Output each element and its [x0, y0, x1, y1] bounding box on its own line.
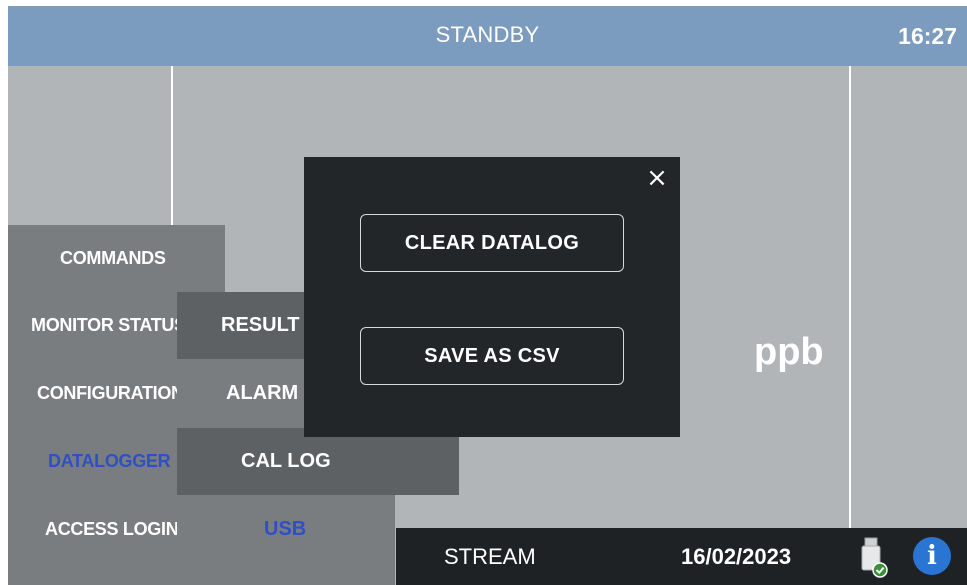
divider-left — [171, 66, 173, 226]
app-screen: STANDBY 16:27 ppb STREAM 16/02/2023 i CO… — [8, 6, 967, 585]
submenu-item-usb[interactable]: USB — [177, 496, 482, 563]
menu-item-commands[interactable]: COMMANDS — [8, 225, 277, 291]
clear-datalog-button[interactable]: CLEAR DATALOG — [360, 214, 624, 272]
status-title: STANDBY — [435, 22, 540, 47]
usb-drive-icon[interactable] — [859, 537, 889, 579]
divider-right — [849, 66, 851, 528]
submenu-item-cal-log[interactable]: CAL LOG — [177, 428, 459, 495]
date-label: 16/02/2023 — [681, 544, 792, 569]
save-as-csv-button[interactable]: SAVE AS CSV — [360, 327, 624, 385]
measurement-unit: ppb — [754, 331, 824, 373]
top-status-bar: STANDBY 16:27 — [8, 6, 967, 66]
datalogger-dialog: × CLEAR DATALOG SAVE AS CSV — [304, 157, 680, 437]
clock: 16:27 — [898, 23, 957, 49]
info-icon[interactable]: i — [913, 537, 951, 575]
close-icon[interactable]: × — [644, 165, 670, 191]
